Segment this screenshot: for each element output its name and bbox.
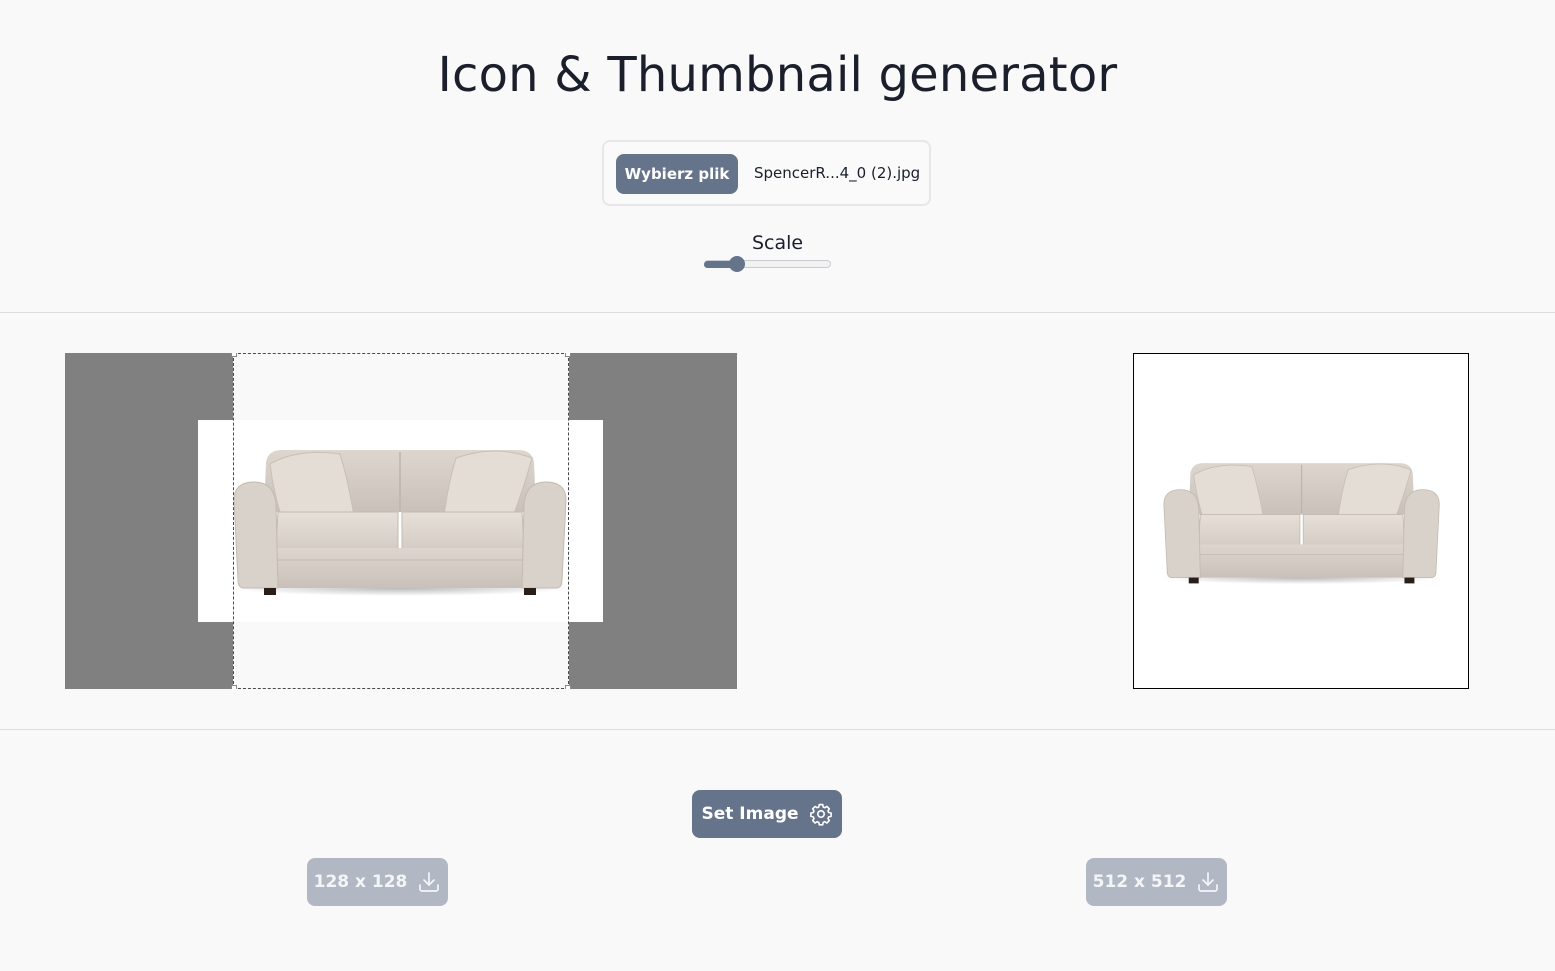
download-128-label: 128 x 128 — [313, 872, 408, 892]
choose-file-button[interactable]: Wybierz plik — [616, 154, 738, 194]
scale-slider[interactable] — [704, 256, 831, 272]
thumbnail-preview — [1133, 353, 1469, 689]
page-title: Icon & Thumbnail generator — [437, 47, 1118, 103]
download-icon — [1196, 870, 1220, 894]
set-image-label: Set Image — [701, 804, 799, 824]
crop-selection-border[interactable] — [231, 353, 571, 689]
gear-icon — [809, 802, 833, 826]
crop-handle-bottom-right[interactable] — [565, 685, 571, 689]
slider-thumb[interactable] — [729, 256, 745, 272]
crop-handle-bottom-left[interactable] — [231, 685, 237, 689]
set-image-button[interactable]: Set Image — [692, 790, 842, 838]
scale-label: Scale — [751, 232, 804, 254]
download-512-label: 512 x 512 — [1092, 872, 1187, 892]
download-icon — [417, 870, 441, 894]
download-512-button[interactable]: 512 x 512 — [1086, 858, 1227, 906]
selected-file-name: SpencerR...4_0 (2).jpg — [754, 164, 921, 182]
crop-handle-top-left[interactable] — [231, 353, 237, 357]
crop-handle-top-right[interactable] — [565, 353, 571, 357]
sofa-image — [1134, 437, 1468, 607]
file-input[interactable]: Wybierz plik SpencerR...4_0 (2).jpg — [602, 140, 931, 206]
download-128-button[interactable]: 128 x 128 — [307, 858, 448, 906]
image-cropper[interactable] — [65, 353, 737, 689]
divider — [0, 729, 1555, 730]
divider — [0, 312, 1555, 313]
